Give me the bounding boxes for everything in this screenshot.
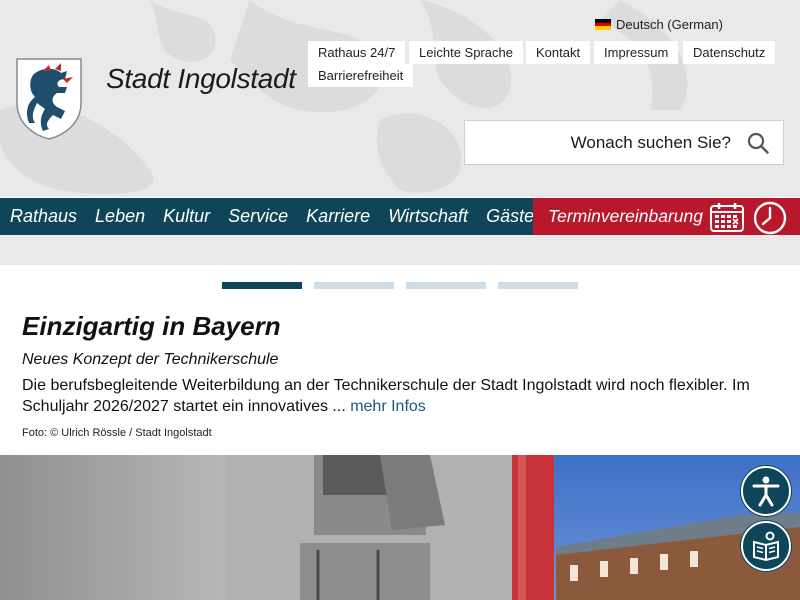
appointment-label: Terminvereinbarung: [548, 206, 703, 226]
site-header: Deutsch (German) Rathaus 24/7 Leichte Sp…: [0, 0, 800, 197]
main-navigation: Rathaus Leben Kultur Service Karriere Wi…: [0, 198, 800, 235]
article-headline: Einzigartig in Bayern: [22, 311, 281, 341]
nav-spacer-bar: [0, 235, 800, 265]
photo-credit: Foto: © Ulrich Rössle / Stadt Ingolstadt: [22, 427, 212, 439]
calendar-icon: [710, 203, 744, 232]
accessibility-icon: [752, 476, 780, 507]
slide-indicator-3[interactable]: [406, 282, 486, 289]
city-coat-of-arms-logo[interactable]: [15, 57, 83, 141]
nav-item-service[interactable]: Service: [228, 206, 288, 227]
slide-indicator-4[interactable]: [498, 282, 578, 289]
top-link-kontakt[interactable]: Kontakt: [526, 41, 591, 64]
site-title[interactable]: Stadt Ingolstadt: [106, 63, 296, 95]
language-label: Deutsch (German): [616, 17, 723, 32]
top-link-datenschutz[interactable]: Datenschutz: [683, 41, 776, 64]
nav-item-leben[interactable]: Leben: [95, 206, 145, 227]
search-placeholder: Wonach suchen Sie?: [570, 132, 731, 152]
easy-reading-button[interactable]: [741, 521, 791, 571]
easy-reading-icon: [753, 531, 779, 562]
search-box[interactable]: Wonach suchen Sie?: [464, 120, 784, 165]
nav-item-karriere[interactable]: Karriere: [306, 206, 370, 227]
search-icon[interactable]: [747, 132, 769, 154]
article-teaser: Die berufsbegleitende Weiterbildung an d…: [22, 375, 782, 417]
nav-item-gaeste[interactable]: Gäste: [486, 206, 534, 227]
nav-item-kultur[interactable]: Kultur: [163, 206, 210, 227]
nav-item-wirtschaft[interactable]: Wirtschaft: [388, 206, 468, 227]
slide-indicator-2[interactable]: [314, 282, 394, 289]
accessibility-button[interactable]: [741, 466, 791, 516]
top-link-rathaus-24-7[interactable]: Rathaus 24/7: [308, 41, 406, 64]
german-flag-icon: [595, 19, 611, 31]
slide-indicator-1[interactable]: [222, 282, 302, 289]
top-link-barrierefreiheit[interactable]: Barrierefreiheit: [308, 64, 414, 87]
language-switcher[interactable]: Deutsch (German): [595, 17, 723, 32]
slider-indicators: [222, 282, 590, 289]
nav-item-rathaus[interactable]: Rathaus: [10, 206, 77, 227]
more-info-link[interactable]: mehr Infos: [350, 398, 426, 415]
school-building-photo: [0, 455, 800, 600]
article-subheadline: Neues Konzept der Technikerschule: [22, 351, 279, 368]
clock-icon: [753, 201, 787, 235]
top-link-leichte-sprache[interactable]: Leichte Sprache: [409, 41, 523, 64]
top-link-impressum[interactable]: Impressum: [594, 41, 679, 64]
